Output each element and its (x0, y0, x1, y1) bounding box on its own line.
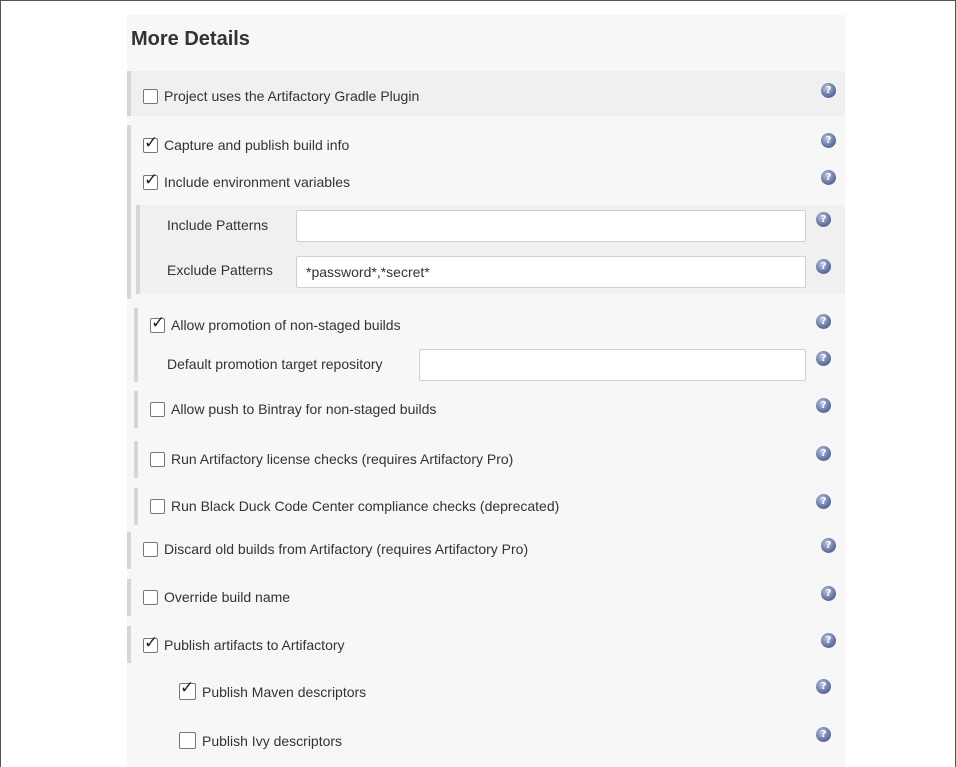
override-build-name-label: Override build name (164, 589, 291, 605)
publish-artifacts-checkbox[interactable] (143, 633, 158, 653)
help-icon[interactable]: ? (821, 133, 836, 148)
publish-artifacts-label: Publish artifacts to Artifactory (164, 637, 345, 653)
promotion-target-label: Default promotion target repository (167, 356, 383, 372)
discard-old-builds-option[interactable]: Discard old builds from Artifactory (req… (143, 541, 528, 557)
include-patterns-input[interactable] (296, 210, 806, 242)
allow-promotion-option[interactable]: Allow promotion of non-staged builds (150, 313, 401, 333)
config-panel (127, 15, 845, 767)
group-bar (134, 488, 138, 525)
group-bar (136, 205, 140, 294)
allow-bintray-option[interactable]: Allow push to Bintray for non-staged bui… (150, 401, 436, 417)
help-icon[interactable]: ? (816, 494, 831, 509)
capture-build-info-option[interactable]: Capture and publish build info (143, 133, 350, 153)
help-icon[interactable]: ? (816, 398, 831, 413)
help-icon[interactable]: ? (816, 727, 831, 742)
group-bar (134, 308, 138, 382)
group-bar (134, 391, 138, 428)
help-icon[interactable]: ? (821, 538, 836, 553)
help-icon[interactable]: ? (816, 351, 831, 366)
allow-bintray-label: Allow push to Bintray for non-staged bui… (171, 401, 437, 417)
include-env-vars-checkbox[interactable] (143, 170, 158, 190)
black-duck-label: Run Black Duck Code Center compliance ch… (171, 498, 560, 514)
gradle-plugin-checkbox[interactable] (143, 88, 158, 104)
group-bar (127, 532, 131, 569)
black-duck-option[interactable]: Run Black Duck Code Center compliance ch… (150, 498, 559, 514)
help-icon[interactable]: ? (821, 586, 836, 601)
help-icon[interactable]: ? (821, 633, 836, 648)
group-bar (134, 441, 138, 478)
include-env-vars-label: Include environment variables (164, 174, 350, 190)
group-bar (127, 579, 131, 616)
help-icon[interactable]: ? (816, 259, 831, 274)
publish-maven-label: Publish Maven descriptors (202, 683, 367, 700)
discard-old-builds-label: Discard old builds from Artifactory (req… (164, 541, 529, 557)
exclude-patterns-label: Exclude Patterns (167, 262, 273, 278)
override-build-name-checkbox[interactable] (143, 589, 158, 605)
publish-maven-option[interactable]: Publish Maven descriptors (179, 678, 367, 700)
publish-maven-checkbox[interactable] (179, 678, 196, 700)
allow-bintray-checkbox[interactable] (150, 401, 165, 417)
publish-ivy-label: Publish Ivy descriptors (202, 732, 343, 749)
license-checks-option[interactable]: Run Artifactory license checks (requires… (150, 451, 513, 467)
black-duck-checkbox[interactable] (150, 498, 165, 514)
override-build-name-option[interactable]: Override build name (143, 589, 290, 605)
exclude-patterns-input[interactable] (296, 256, 806, 288)
group-bar (127, 626, 131, 663)
discard-old-builds-checkbox[interactable] (143, 541, 158, 557)
include-patterns-label: Include Patterns (167, 217, 269, 233)
promotion-target-input[interactable] (419, 349, 806, 381)
include-env-vars-option[interactable]: Include environment variables (143, 170, 350, 190)
group-bar (127, 125, 131, 299)
help-icon[interactable]: ? (816, 679, 831, 694)
help-icon[interactable]: ? (816, 212, 831, 227)
gradle-plugin-option[interactable]: Project uses the Artifactory Gradle Plug… (143, 88, 419, 104)
help-icon[interactable]: ? (821, 83, 836, 98)
license-checks-label: Run Artifactory license checks (requires… (171, 451, 514, 467)
publish-ivy-option[interactable]: Publish Ivy descriptors (179, 732, 342, 749)
help-icon[interactable]: ? (821, 170, 836, 185)
capture-build-info-checkbox[interactable] (143, 133, 158, 153)
group-bar (127, 71, 131, 116)
help-icon[interactable]: ? (816, 446, 831, 461)
section-title: More Details (131, 28, 250, 50)
capture-build-info-label: Capture and publish build info (164, 137, 350, 153)
publish-ivy-checkbox[interactable] (179, 732, 196, 749)
publish-artifacts-option[interactable]: Publish artifacts to Artifactory (143, 633, 345, 653)
gradle-plugin-label: Project uses the Artifactory Gradle Plug… (164, 88, 420, 104)
allow-promotion-label: Allow promotion of non-staged builds (171, 317, 401, 333)
license-checks-checkbox[interactable] (150, 451, 165, 467)
allow-promotion-checkbox[interactable] (150, 313, 165, 333)
help-icon[interactable]: ? (816, 314, 831, 329)
